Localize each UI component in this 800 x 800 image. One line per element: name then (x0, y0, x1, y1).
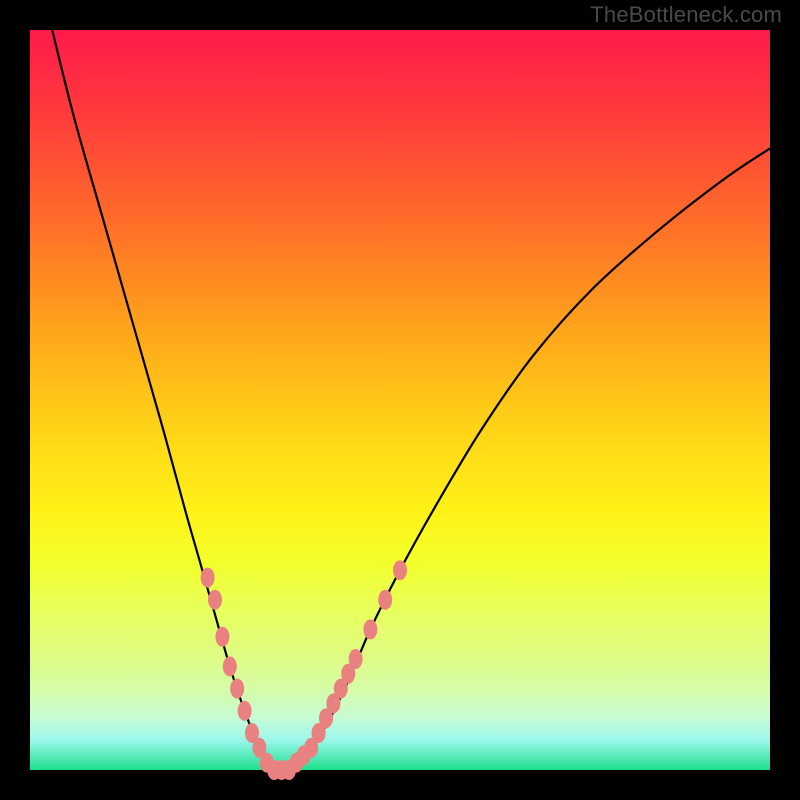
highlight-dot (223, 656, 237, 676)
highlight-dot (230, 679, 244, 699)
highlight-dot (201, 568, 215, 588)
bottleneck-curve (52, 30, 770, 772)
highlight-dot (208, 590, 222, 610)
highlight-dots-group (201, 560, 407, 780)
chart-frame: TheBottleneck.com (0, 0, 800, 800)
highlight-dot (393, 560, 407, 580)
watermark-text: TheBottleneck.com (590, 2, 782, 28)
chart-overlay-svg (30, 30, 770, 770)
highlight-dot (363, 619, 377, 639)
highlight-dot (215, 627, 229, 647)
highlight-dot (238, 701, 252, 721)
highlight-dot (378, 590, 392, 610)
highlight-dot (349, 649, 363, 669)
